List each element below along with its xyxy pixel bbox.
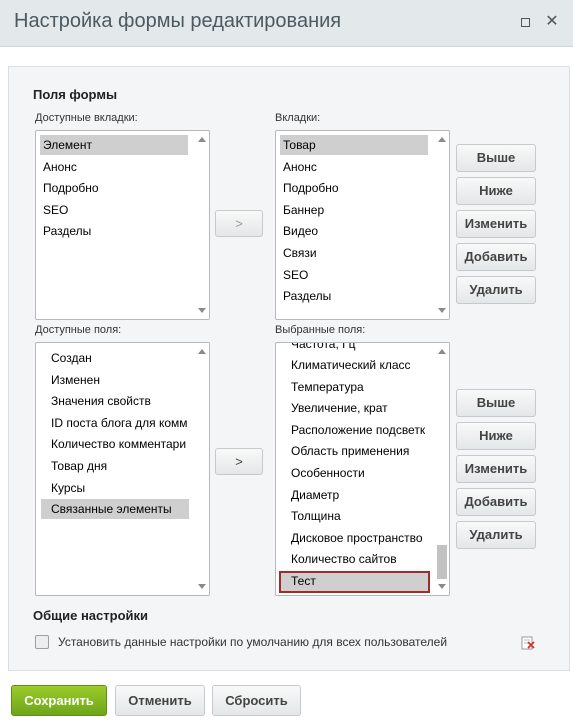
default-for-all-checkbox[interactable] [35, 635, 49, 649]
selected-fields-list[interactable]: Частота, Гц Климатический класс Температ… [275, 342, 450, 596]
list-item[interactable]: Частота, Гц [288, 343, 433, 354]
list-item[interactable]: Связи [280, 243, 428, 263]
list-item[interactable]: Изменен [48, 370, 193, 390]
list-item[interactable]: Значения свойств [48, 391, 193, 411]
list-item[interactable]: Создан [48, 348, 193, 368]
scroll-up-icon[interactable] [198, 349, 206, 354]
list-item[interactable]: Температура [288, 377, 433, 397]
field-edit-button[interactable]: Изменить [456, 455, 536, 483]
move-field-button[interactable]: > [215, 448, 263, 475]
list-item[interactable]: SEO [40, 200, 188, 220]
list-item[interactable]: Баннер [280, 200, 428, 220]
default-for-all-label: Установить данные настройки по умолчанию… [58, 635, 448, 649]
list-item[interactable]: Область применения [288, 441, 433, 461]
scroll-down-icon[interactable] [198, 308, 206, 313]
list-item[interactable]: Товар [280, 135, 428, 155]
list-item[interactable]: Анонс [40, 157, 188, 177]
scroll-down-icon[interactable] [198, 584, 206, 589]
list-item[interactable]: Разделы [40, 221, 188, 241]
dialog-title: Настройка формы редактирования [14, 10, 342, 32]
tab-edit-button[interactable]: Изменить [456, 210, 536, 238]
reset-button[interactable]: Сбросить [212, 685, 301, 716]
list-item[interactable]: Анонс [280, 157, 428, 177]
field-add-button[interactable]: Добавить [456, 488, 536, 516]
list-item[interactable]: Толщина [288, 506, 433, 526]
field-down-button[interactable]: Ниже [456, 422, 536, 450]
scrollbar[interactable] [194, 343, 209, 595]
scroll-up-icon[interactable] [438, 137, 446, 142]
scrollbar[interactable] [434, 131, 449, 319]
list-item[interactable]: Связанные элементы [41, 499, 189, 519]
tab-delete-button[interactable]: Удалить [456, 276, 536, 304]
scrollbar[interactable] [434, 343, 449, 595]
list-item[interactable]: Увеличение, крат [288, 398, 433, 418]
delete-settings-icon[interactable] [521, 636, 535, 650]
list-item[interactable]: Курсы [48, 478, 193, 498]
available-tabs-label: Доступные вкладки: [35, 112, 138, 124]
tabs-label: Вкладки: [275, 112, 321, 124]
cancel-button[interactable]: Отменить [115, 685, 205, 716]
list-item[interactable]: ID поста блога для комм [48, 413, 193, 433]
list-item[interactable]: Количество комментари [48, 434, 193, 454]
list-item[interactable]: SEO [280, 265, 428, 285]
available-fields-label: Доступные поля: [35, 324, 122, 336]
list-item[interactable]: Дисковое пространство [288, 528, 433, 548]
maximize-icon[interactable] [516, 13, 534, 31]
list-item[interactable]: Диаметр [288, 485, 433, 505]
close-icon[interactable]: ✕ [543, 13, 561, 31]
available-fields-list[interactable]: Создан Изменен Значения свойств ID поста… [35, 342, 210, 596]
tab-add-button[interactable]: Добавить [456, 243, 536, 271]
field-up-button[interactable]: Выше [456, 389, 536, 417]
scroll-thumb[interactable] [437, 545, 447, 579]
move-tab-button[interactable]: > [215, 210, 263, 237]
dialog-titlebar: Настройка формы редактирования ✕ [0, 0, 573, 47]
list-item[interactable]: Климатический класс [288, 355, 433, 375]
scrollbar[interactable] [194, 131, 209, 319]
general-settings-heading: Общие настройки [33, 608, 148, 623]
list-item[interactable]: Товар дня [48, 456, 193, 476]
list-item[interactable]: Видео [280, 221, 428, 241]
scroll-down-icon[interactable] [438, 308, 446, 313]
field-delete-button[interactable]: Удалить [456, 521, 536, 549]
list-item[interactable]: Расположение подсветк [288, 420, 433, 440]
available-tabs-list[interactable]: Элемент Анонс Подробно SEO Разделы [35, 130, 210, 320]
form-fields-heading: Поля формы [33, 87, 118, 102]
tab-down-button[interactable]: Ниже [456, 177, 536, 205]
list-item[interactable]: Подробно [40, 178, 188, 198]
list-item-selected-test[interactable]: Тест [279, 571, 430, 593]
selected-fields-label: Выбранные поля: [275, 324, 366, 336]
list-item[interactable]: Элемент [40, 135, 188, 155]
save-button[interactable]: Сохранить [11, 685, 107, 716]
list-item[interactable]: Количество сайтов [288, 549, 433, 569]
list-item[interactable]: Подробно [280, 178, 428, 198]
tab-up-button[interactable]: Выше [456, 144, 536, 172]
list-item[interactable]: Разделы [280, 286, 428, 306]
tabs-list[interactable]: Товар Анонс Подробно Баннер Видео Связи … [275, 130, 450, 320]
scroll-up-icon[interactable] [438, 349, 446, 354]
scroll-down-icon[interactable] [438, 584, 446, 589]
list-item[interactable]: Особенности [288, 463, 433, 483]
scroll-up-icon[interactable] [198, 137, 206, 142]
